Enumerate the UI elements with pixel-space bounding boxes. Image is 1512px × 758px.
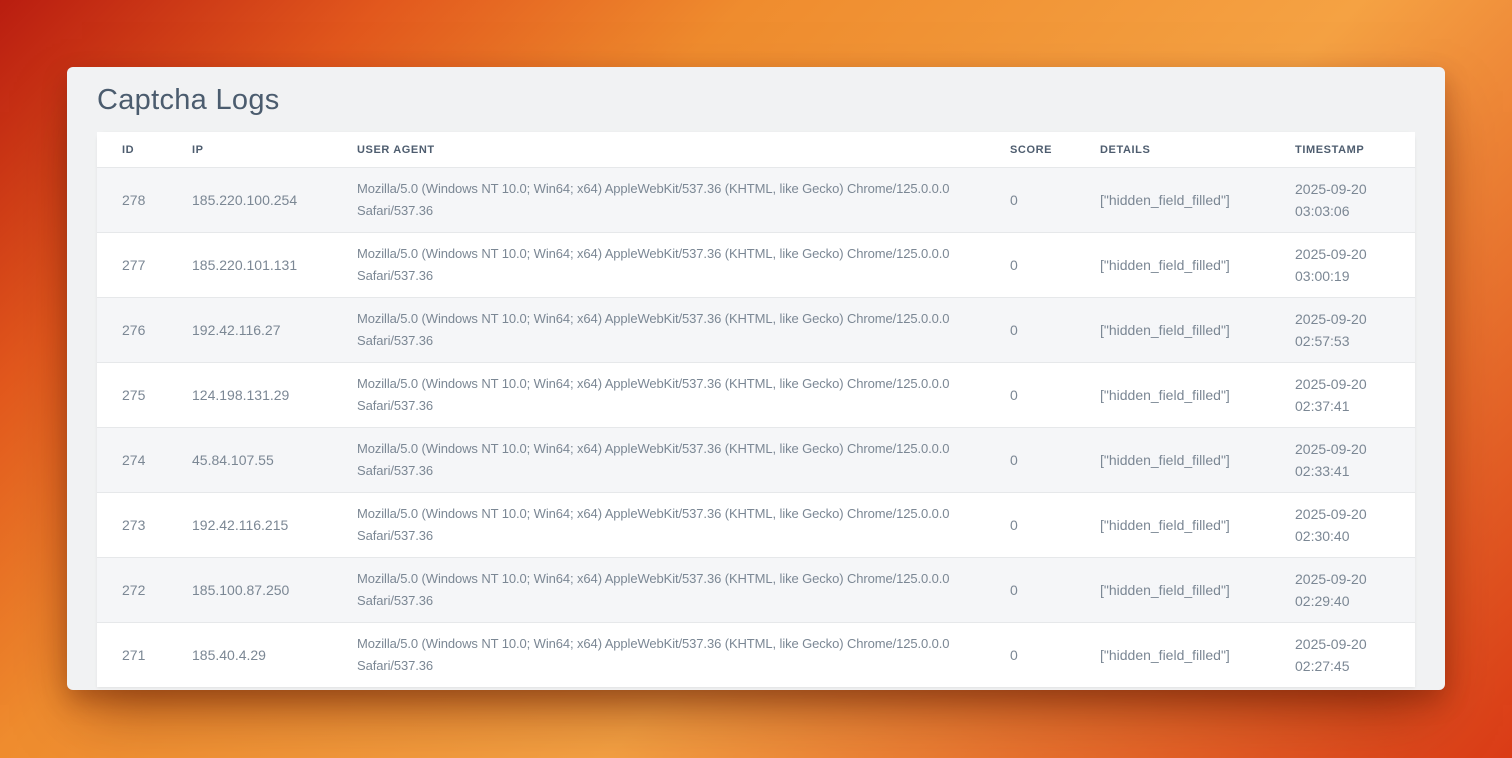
cell-ip: 185.220.101.131 <box>167 233 332 298</box>
table-row: 273 192.42.116.215 Mozilla/5.0 (Windows … <box>97 493 1415 558</box>
column-header-details: DETAILS <box>1075 132 1270 168</box>
cell-ip: 185.220.100.254 <box>167 168 332 233</box>
column-header-score: SCORE <box>985 132 1075 168</box>
cell-details: ["hidden_field_filled"] <box>1075 298 1270 363</box>
cell-user-agent: Mozilla/5.0 (Windows NT 10.0; Win64; x64… <box>332 493 985 558</box>
table-row: 277 185.220.101.131 Mozilla/5.0 (Windows… <box>97 233 1415 298</box>
cell-id: 274 <box>97 428 167 493</box>
header-row: ID IP USER AGENT SCORE DETAILS TIMESTAMP <box>97 132 1415 168</box>
page-title: Captcha Logs <box>97 83 1415 118</box>
cell-ip: 192.42.116.27 <box>167 298 332 363</box>
cell-ip: 124.198.131.29 <box>167 363 332 428</box>
logs-table-body: 278 185.220.100.254 Mozilla/5.0 (Windows… <box>97 168 1415 688</box>
table-row: 276 192.42.116.27 Mozilla/5.0 (Windows N… <box>97 298 1415 363</box>
cell-timestamp: 2025-09-20 03:03:06 <box>1270 168 1415 233</box>
cell-score: 0 <box>985 558 1075 623</box>
cell-id: 277 <box>97 233 167 298</box>
column-header-id: ID <box>97 132 167 168</box>
cell-timestamp: 2025-09-20 02:30:40 <box>1270 493 1415 558</box>
logs-table: ID IP USER AGENT SCORE DETAILS TIMESTAMP… <box>97 132 1415 687</box>
cell-score: 0 <box>985 233 1075 298</box>
logs-table-container: ID IP USER AGENT SCORE DETAILS TIMESTAMP… <box>97 132 1415 687</box>
cell-id: 272 <box>97 558 167 623</box>
cell-details: ["hidden_field_filled"] <box>1075 558 1270 623</box>
cell-user-agent: Mozilla/5.0 (Windows NT 10.0; Win64; x64… <box>332 558 985 623</box>
cell-user-agent: Mozilla/5.0 (Windows NT 10.0; Win64; x64… <box>332 233 985 298</box>
cell-details: ["hidden_field_filled"] <box>1075 493 1270 558</box>
logs-table-header: ID IP USER AGENT SCORE DETAILS TIMESTAMP <box>97 132 1415 168</box>
cell-id: 275 <box>97 363 167 428</box>
cell-ip: 192.42.116.215 <box>167 493 332 558</box>
cell-id: 276 <box>97 298 167 363</box>
table-row: 274 45.84.107.55 Mozilla/5.0 (Windows NT… <box>97 428 1415 493</box>
cell-score: 0 <box>985 168 1075 233</box>
cell-score: 0 <box>985 363 1075 428</box>
table-row: 271 185.40.4.29 Mozilla/5.0 (Windows NT … <box>97 623 1415 688</box>
cell-score: 0 <box>985 493 1075 558</box>
table-row: 275 124.198.131.29 Mozilla/5.0 (Windows … <box>97 363 1415 428</box>
cell-details: ["hidden_field_filled"] <box>1075 233 1270 298</box>
table-row: 278 185.220.100.254 Mozilla/5.0 (Windows… <box>97 168 1415 233</box>
cell-user-agent: Mozilla/5.0 (Windows NT 10.0; Win64; x64… <box>332 168 985 233</box>
cell-details: ["hidden_field_filled"] <box>1075 168 1270 233</box>
cell-score: 0 <box>985 623 1075 688</box>
cell-details: ["hidden_field_filled"] <box>1075 363 1270 428</box>
cell-user-agent: Mozilla/5.0 (Windows NT 10.0; Win64; x64… <box>332 623 985 688</box>
cell-score: 0 <box>985 298 1075 363</box>
cell-timestamp: 2025-09-20 02:27:45 <box>1270 623 1415 688</box>
column-header-user-agent: USER AGENT <box>332 132 985 168</box>
cell-details: ["hidden_field_filled"] <box>1075 623 1270 688</box>
column-header-timestamp: TIMESTAMP <box>1270 132 1415 168</box>
table-row: 272 185.100.87.250 Mozilla/5.0 (Windows … <box>97 558 1415 623</box>
column-header-ip: IP <box>167 132 332 168</box>
cell-user-agent: Mozilla/5.0 (Windows NT 10.0; Win64; x64… <box>332 363 985 428</box>
cell-details: ["hidden_field_filled"] <box>1075 428 1270 493</box>
cell-timestamp: 2025-09-20 02:57:53 <box>1270 298 1415 363</box>
cell-score: 0 <box>985 428 1075 493</box>
cell-id: 271 <box>97 623 167 688</box>
cell-ip: 185.40.4.29 <box>167 623 332 688</box>
cell-timestamp: 2025-09-20 02:29:40 <box>1270 558 1415 623</box>
cell-ip: 185.100.87.250 <box>167 558 332 623</box>
cell-timestamp: 2025-09-20 02:33:41 <box>1270 428 1415 493</box>
cell-id: 278 <box>97 168 167 233</box>
cell-user-agent: Mozilla/5.0 (Windows NT 10.0; Win64; x64… <box>332 298 985 363</box>
cell-timestamp: 2025-09-20 03:00:19 <box>1270 233 1415 298</box>
cell-ip: 45.84.107.55 <box>167 428 332 493</box>
cell-id: 273 <box>97 493 167 558</box>
captcha-logs-card: Captcha Logs ID IP USER AGENT SCORE DETA… <box>67 67 1445 690</box>
cell-user-agent: Mozilla/5.0 (Windows NT 10.0; Win64; x64… <box>332 428 985 493</box>
cell-timestamp: 2025-09-20 02:37:41 <box>1270 363 1415 428</box>
